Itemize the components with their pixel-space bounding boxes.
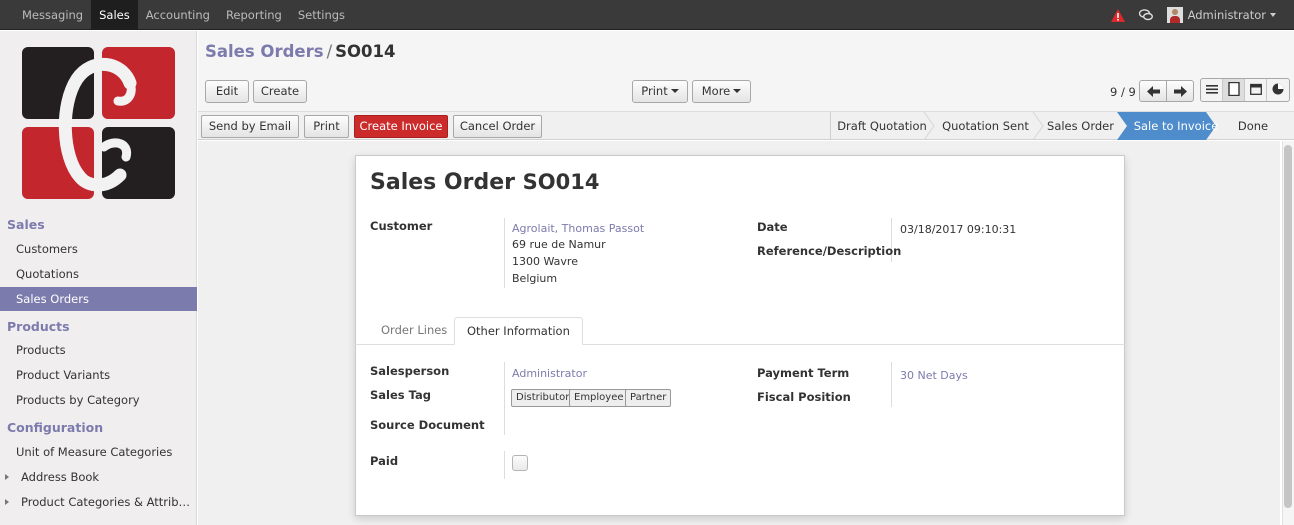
form-title: Sales Order SO014 [370, 170, 599, 195]
date-label: Date [757, 220, 788, 234]
menu-reporting[interactable]: Reporting [218, 0, 290, 30]
print-button[interactable]: Print [304, 115, 349, 138]
tab-other-information[interactable]: Other Information [454, 317, 583, 345]
more-dropdown[interactable]: More [692, 80, 751, 103]
stage-sale-to-invoice[interactable]: Sale to Invoice [1128, 112, 1224, 140]
fiscal-position-label: Fiscal Position [757, 390, 851, 404]
payment-term-link[interactable]: 30 Net Days [900, 369, 968, 382]
paid-checkbox[interactable] [512, 455, 528, 471]
sidebar-item-sales-orders[interactable]: Sales Orders [0, 287, 197, 311]
stage-done[interactable]: Done [1232, 112, 1274, 140]
salesperson-label: Salesperson [370, 364, 450, 378]
customer-address-line: Belgium [512, 272, 558, 285]
sidebar-item-label: Product Categories & Attrib… [21, 495, 190, 509]
arrow-right-icon [1174, 86, 1187, 97]
systray: Administrator [1110, 0, 1276, 30]
sidebar-section-products: Products [7, 319, 70, 334]
edit-button[interactable]: Edit [205, 80, 249, 103]
form-view-button[interactable] [1223, 79, 1245, 101]
print-dropdown-label: Print [641, 84, 668, 98]
chevron-down-icon [1270, 13, 1276, 17]
print-dropdown[interactable]: Print [632, 80, 688, 103]
app-menu: Messaging Sales Accounting Reporting Set… [14, 0, 353, 30]
calendar-icon [1250, 83, 1262, 95]
source-document-label: Source Document [370, 418, 485, 432]
breadcrumb: Sales Orders / SO014 [205, 42, 395, 61]
sidebar-item-products-by-category[interactable]: Products by Category [0, 388, 197, 412]
list-icon [1206, 85, 1218, 94]
sidebar-section-sales: Sales [7, 217, 45, 232]
tag-distributor[interactable]: Distributor [511, 389, 575, 407]
payment-term-label: Payment Term [757, 366, 850, 380]
sidebar-item-quotations[interactable]: Quotations [0, 262, 197, 286]
view-switcher [1200, 78, 1290, 102]
menu-accounting[interactable]: Accounting [138, 0, 218, 30]
menu-messaging[interactable]: Messaging [14, 0, 91, 30]
field-divider [504, 362, 505, 435]
caret-right-icon [5, 474, 9, 480]
stage-sales-order[interactable]: Sales Order [1043, 112, 1118, 140]
cancel-order-button[interactable]: Cancel Order [453, 115, 542, 138]
sidebar-item-address-book[interactable]: Address Book [0, 465, 197, 489]
menu-sales[interactable]: Sales [91, 0, 138, 30]
tab-order-lines[interactable]: Order Lines [369, 317, 459, 345]
sidebar-item-label: Address Book [21, 470, 100, 484]
avatar [1166, 7, 1183, 23]
create-invoice-button[interactable]: Create Invoice [354, 115, 448, 138]
customer-link[interactable]: Agrolait, Thomas Passot [512, 222, 644, 235]
chat-icon[interactable] [1138, 9, 1153, 21]
caret-down-icon [670, 89, 679, 93]
title-reference: SO014 [522, 170, 600, 194]
previous-button[interactable] [1139, 80, 1167, 102]
sidebar-item-uom-categories[interactable]: Unit of Measure Categories [0, 440, 197, 464]
pie-chart-icon [1272, 83, 1284, 95]
sidebar-item-products[interactable]: Products [0, 338, 197, 362]
sidebar-item-product-variants[interactable]: Product Variants [0, 363, 197, 387]
field-divider [504, 451, 505, 479]
more-dropdown-label: More [701, 84, 731, 98]
customer-address-line: 1300 Wavre [512, 255, 578, 268]
arrow-left-icon [1147, 86, 1160, 97]
user-name: Administrator [1187, 8, 1266, 22]
reference-label: Reference/Description [757, 244, 902, 258]
field-divider [891, 362, 892, 407]
sidebar-item-product-categories[interactable]: Product Categories & Attrib… [0, 490, 197, 514]
stage-draft-quotation[interactable]: Draft Quotation [836, 112, 928, 140]
sidebar: Sales Customers Quotations Sales Orders … [0, 31, 197, 525]
paid-label: Paid [370, 454, 399, 468]
list-view-button[interactable] [1201, 79, 1223, 101]
user-menu[interactable]: Administrator [1166, 7, 1276, 23]
sidebar-item-customers[interactable]: Customers [0, 237, 197, 261]
customer-label: Customer [370, 219, 433, 233]
caret-down-icon [733, 89, 742, 93]
breadcrumb-parent[interactable]: Sales Orders [205, 42, 324, 61]
menu-settings[interactable]: Settings [290, 0, 353, 30]
send-by-email-button[interactable]: Send by Email [201, 115, 299, 138]
tag-employee[interactable]: Employee [569, 389, 629, 407]
calendar-view-button[interactable] [1245, 79, 1267, 101]
graph-view-button[interactable] [1267, 79, 1289, 101]
company-logo[interactable] [22, 47, 175, 199]
breadcrumb-current: SO014 [335, 42, 396, 61]
salesperson-link[interactable]: Administrator [512, 367, 587, 380]
customer-address-line: 69 rue de Namur [512, 238, 606, 251]
caret-right-icon [5, 499, 9, 505]
pager-value: 9 / 9 [1110, 85, 1136, 99]
warning-icon[interactable] [1110, 8, 1125, 22]
title-prefix: Sales Order [370, 170, 515, 195]
scrollbar-thumb[interactable] [1284, 145, 1292, 508]
sales-tag-label: Sales Tag [370, 388, 431, 402]
form-icon [1228, 82, 1240, 96]
sidebar-section-configuration: Configuration [7, 420, 104, 435]
create-button[interactable]: Create [253, 80, 307, 103]
breadcrumb-separator: / [326, 42, 333, 61]
date-value: 03/18/2017 09:10:31 [900, 223, 1017, 236]
field-divider [504, 218, 505, 288]
top-navbar: Messaging Sales Accounting Reporting Set… [0, 0, 1294, 30]
stage-quotation-sent[interactable]: Quotation Sent [938, 112, 1033, 140]
next-button[interactable] [1166, 80, 1194, 102]
tag-partner[interactable]: Partner [625, 389, 672, 407]
